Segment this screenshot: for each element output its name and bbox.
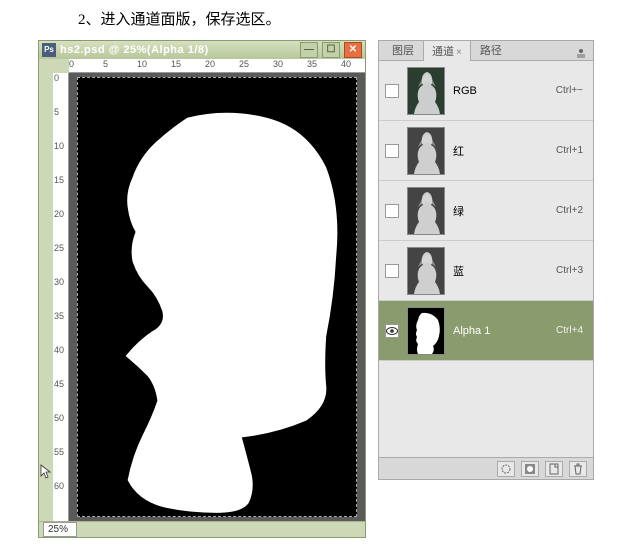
channel-row[interactable]: Alpha 1 Ctrl+4 [379, 301, 593, 361]
ruler-tick: 25 [54, 243, 64, 253]
ruler-tick: 15 [54, 175, 64, 185]
channel-shortcut: Ctrl+4 [556, 325, 583, 336]
ruler-tick: 40 [341, 59, 351, 69]
channel-shortcut: Ctrl+3 [556, 265, 583, 276]
panel-footer [379, 457, 593, 479]
channel-thumbnail [407, 127, 445, 175]
titlebar: Ps hs2.psd @ 25%(Alpha 1/8) — ☐ ✕ [39, 41, 365, 59]
channel-name: 绿 [453, 203, 548, 219]
channel-thumbnail [407, 307, 445, 355]
channel-row[interactable]: 蓝 Ctrl+3 [379, 241, 593, 301]
new-channel-button[interactable] [545, 461, 563, 477]
ruler-tick: 5 [103, 59, 108, 69]
channel-name: Alpha 1 [453, 325, 548, 337]
canvas[interactable] [77, 77, 357, 517]
canvas-area[interactable] [69, 73, 365, 521]
ruler-tick: 20 [205, 59, 215, 69]
channel-name: 红 [453, 143, 548, 159]
horizontal-ruler: 0 5 10 15 20 25 30 35 40 [69, 59, 365, 73]
ruler-tick: 30 [54, 277, 64, 287]
channel-thumbnail [407, 187, 445, 235]
tab-channels[interactable]: 通道× [423, 40, 471, 61]
ruler-tick: 40 [54, 345, 64, 355]
panel-menu-button[interactable] [573, 46, 589, 60]
document-window: Ps hs2.psd @ 25%(Alpha 1/8) — ☐ ✕ 0 5 10 15… [38, 40, 366, 538]
maximize-button[interactable]: ☐ [322, 42, 340, 58]
close-button[interactable]: ✕ [344, 42, 362, 58]
tab-close-icon[interactable]: × [456, 47, 462, 58]
panel-tabs: 图层 通道× 路径 [379, 41, 593, 61]
ruler-tick: 5 [54, 107, 59, 117]
ruler-tick: 35 [54, 311, 64, 321]
ruler-tick: 45 [54, 379, 64, 389]
instruction-text: 2、进入通道面版，保存选区。 [78, 8, 281, 29]
ruler-tick: 30 [273, 59, 283, 69]
alpha-silhouette [78, 78, 356, 515]
dashed-circle-icon [500, 463, 512, 475]
ruler-tick: 55 [54, 447, 64, 457]
window-title: hs2.psd @ 25%(Alpha 1/8) [60, 44, 296, 56]
minimize-button[interactable]: — [300, 42, 318, 58]
ruler-tick: 10 [54, 141, 64, 151]
channel-name: RGB [453, 85, 548, 97]
visibility-toggle[interactable] [385, 84, 399, 98]
ruler-tick: 0 [54, 73, 59, 83]
channel-name: 蓝 [453, 263, 548, 279]
trash-icon [572, 463, 584, 475]
zoom-display[interactable]: 25% [43, 522, 77, 537]
visibility-toggle[interactable] [385, 264, 399, 278]
save-selection-button[interactable] [521, 461, 539, 477]
visibility-toggle[interactable] [385, 144, 399, 158]
tab-paths[interactable]: 路径 [471, 39, 511, 60]
ruler-tick: 15 [171, 59, 181, 69]
channel-shortcut: Ctrl+~ [556, 85, 583, 96]
mask-icon [524, 463, 536, 475]
app-icon: Ps [42, 43, 56, 57]
ruler-tick: 20 [54, 209, 64, 219]
tool-strip [39, 73, 53, 521]
channel-shortcut: Ctrl+1 [556, 145, 583, 156]
new-page-icon [548, 463, 560, 475]
channel-row[interactable]: 绿 Ctrl+2 [379, 181, 593, 241]
ruler-tick: 10 [137, 59, 147, 69]
channel-thumbnail [407, 67, 445, 115]
visibility-toggle[interactable] [385, 204, 399, 218]
delete-channel-button[interactable] [569, 461, 587, 477]
visibility-toggle[interactable] [385, 324, 399, 338]
ruler-tick: 60 [54, 481, 64, 491]
tab-layers[interactable]: 图层 [383, 39, 423, 60]
channel-row[interactable]: RGB Ctrl+~ [379, 61, 593, 121]
ruler-tick: 35 [307, 59, 317, 69]
load-selection-button[interactable] [497, 461, 515, 477]
eye-icon [386, 327, 398, 335]
channel-thumbnail [407, 247, 445, 295]
channel-shortcut: Ctrl+2 [556, 205, 583, 216]
arrow-cursor-icon [39, 463, 53, 481]
ruler-tick: 50 [54, 413, 64, 423]
channel-list: RGB Ctrl+~ 红 Ctrl+1 绿 Ctrl+2 蓝 Ctrl+3 Alpha 1 Ctr… [379, 61, 593, 457]
channel-row[interactable]: 红 Ctrl+1 [379, 121, 593, 181]
tab-channels-label: 通道 [432, 46, 454, 58]
vertical-ruler: 0 5 10 15 20 25 30 35 40 45 50 55 60 [53, 73, 69, 521]
ruler-tick: 25 [239, 59, 249, 69]
statusbar: 25% [39, 521, 365, 537]
menu-icon [575, 48, 587, 58]
channels-panel: 图层 通道× 路径 RGB Ctrl+~ 红 Ctrl+1 绿 Ctrl+2 蓝 Ctrl+3… [378, 40, 594, 480]
ruler-tick: 0 [69, 59, 74, 69]
